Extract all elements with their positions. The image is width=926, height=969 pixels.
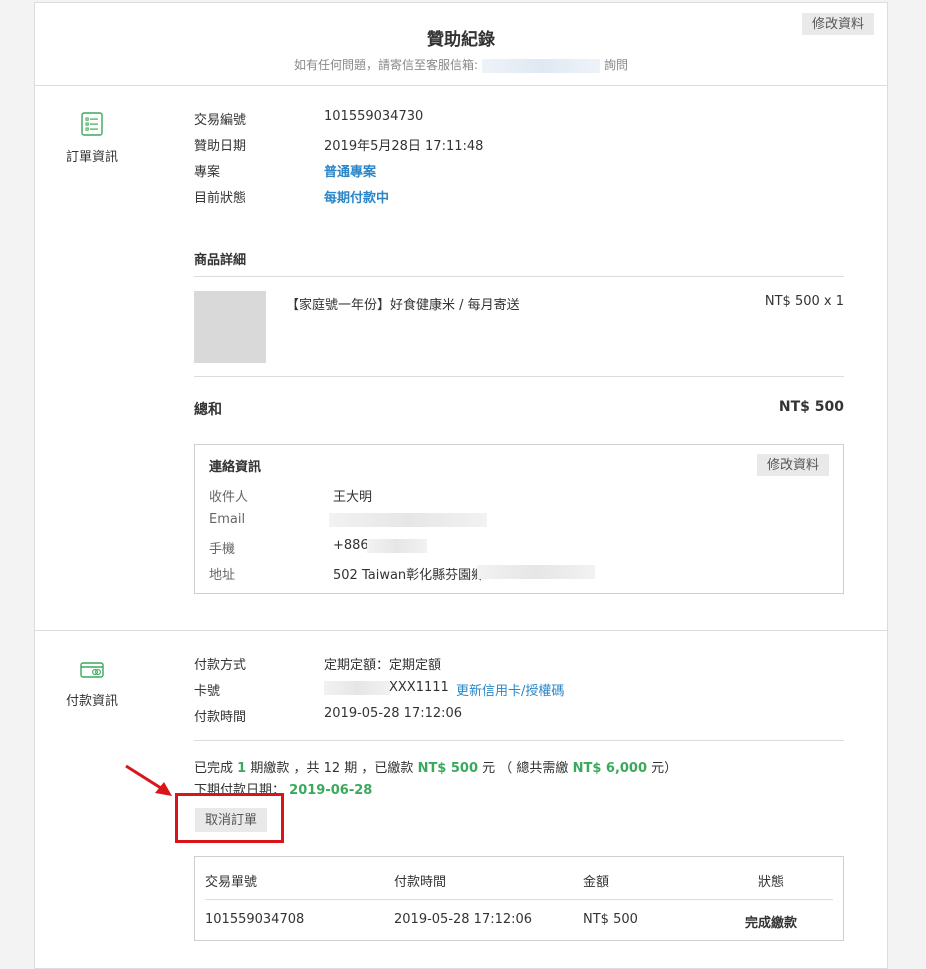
order-id-value: 101559034730 [324,109,424,124]
phone-redacted [367,539,427,553]
contact-title: 連絡資訊 [209,460,262,475]
sponsor-record-card: 贊助紀錄 如有任何問題，請寄信至客服信箱: 詢問 修改資料 訂單資訊 交易編號 1… [34,2,888,969]
product-name: 【家庭號一年份】好食健康米 / 每月寄送 [286,298,520,313]
table-header-amount: 金額 [583,875,610,890]
project-link[interactable]: 普通專案 [324,161,376,180]
sponsor-date-label: 贊助日期 [194,139,247,154]
table-row: 101559034708 2019-05-28 17:12:06 NT$ 500… [195,900,843,940]
payment-method-value: 定期定額：定期定額 [324,658,442,673]
red-arrow-icon [125,764,172,796]
edit-profile-button[interactable]: 修改資料 [802,13,874,35]
product-details-title: 商品詳細 [194,253,247,268]
completed-count: 1 [237,761,247,776]
page-subtitle: 如有任何問題，請寄信至客服信箱: 詢問 [293,58,629,73]
page-title: 贊助紀錄 [427,30,495,50]
email-redacted [482,58,601,73]
row-transaction-id: 101559034708 [205,912,305,927]
next-payment-date: 2019-06-28 [289,783,373,798]
contact-info-box: 連絡資訊 修改資料 收件人 王大明 Email 手機 +886 地址 502 T… [194,444,844,594]
address-value: 502 Taiwan彰化縣芬園鄉 [333,568,485,583]
update-card-link[interactable]: 更新信用卡/授權碼 [456,680,564,699]
address-redacted [477,565,595,579]
row-payment-time: 2019-05-28 17:12:06 [394,912,533,927]
total-due-amount: NT$ 6,000 [572,761,648,776]
product-thumbnail [194,291,266,363]
total-value: NT$ 500 [778,399,844,415]
list-icon [80,112,104,140]
payment-history-table: 交易單號 付款時間 金額 狀態 101559034708 2019-05-28 … [194,856,844,941]
sponsor-date-value: 2019年5月28日 17:11:48 [324,139,484,154]
product-divider-top [194,276,844,277]
product-divider-bottom [194,376,844,377]
table-header-status: 狀態 [757,875,784,890]
payment-section-label: 付款資訊 [66,694,119,709]
table-header-id: 交易單號 [205,875,258,890]
card-number-label: 卡號 [194,684,221,699]
email-label: Email [209,512,246,527]
payment-time-value: 2019-05-28 17:12:06 [324,706,463,721]
row-amount: NT$ 500 [583,912,638,927]
payment-time-label: 付款時間 [194,710,247,725]
order-section-label: 訂單資訊 [66,150,119,165]
installment-summary: 已完成 1 期繳款 ，共 12 期 ，已繳款 NT$ 500 元 （ 總共需繳 … [194,761,678,776]
paid-amount: NT$ 500 [417,761,479,776]
card-number-redacted [324,681,390,695]
header-divider [35,85,887,86]
card-number-value: XXX1111 [389,680,449,695]
status-label: 目前狀態 [194,191,247,206]
phone-value: +886 [333,538,369,553]
credit-card-icon [80,658,104,686]
status-value: 每期付款中 [324,191,390,206]
payment-divider [194,740,844,741]
recipient-value: 王大明 [333,490,373,505]
row-status: 完成繳款 [744,916,797,931]
highlight-box [175,793,284,843]
total-label: 總和 [194,402,222,418]
table-header-time: 付款時間 [394,875,447,890]
section-divider [35,630,887,631]
recipient-label: 收件人 [209,490,249,505]
email-redacted [329,513,487,527]
address-label: 地址 [209,568,236,583]
payment-method-label: 付款方式 [194,658,247,673]
phone-label: 手機 [209,542,236,557]
project-label: 專案 [194,165,221,180]
edit-contact-button[interactable]: 修改資料 [757,454,829,476]
product-price: NT$ 500 x 1 [764,294,844,309]
order-id-label: 交易編號 [194,113,247,128]
